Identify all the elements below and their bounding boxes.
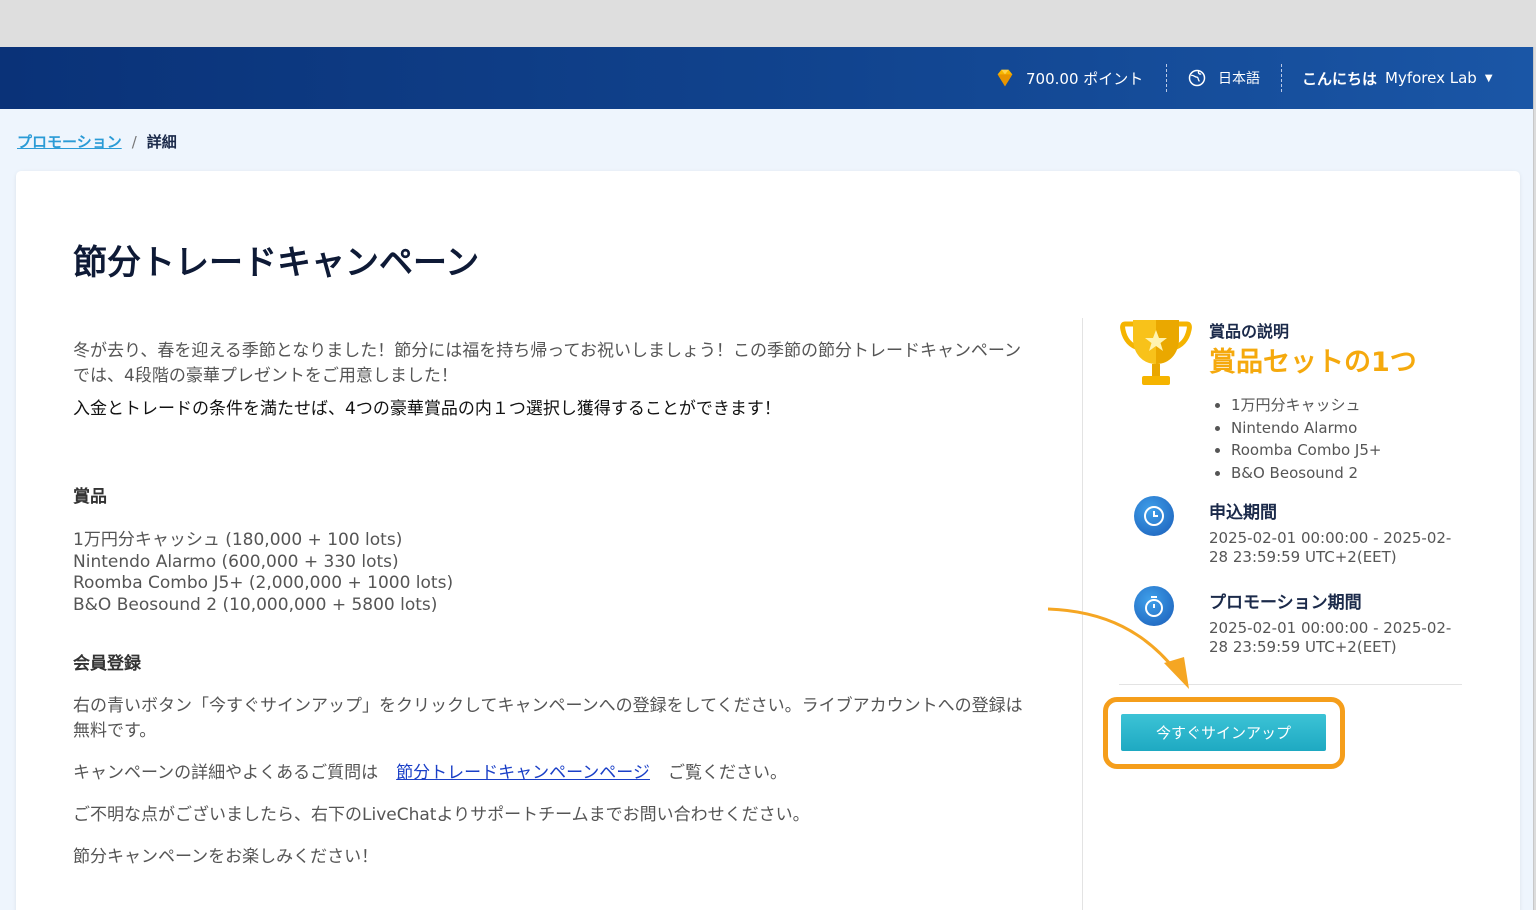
username-label: Myforex Lab [1385,69,1477,87]
details-text: キャンペーンの詳細やよくあるご質問は 節分トレードキャンペーンページ ご覧ください。 [73,761,1033,786]
closing-text: 節分キャンペーンをお楽しみください！ [73,847,379,867]
promotion-card: 節分トレードキャンペーン 冬が去り、春を迎える季節となりました！節分には福を持ち… [16,171,1520,910]
campaign-page-link[interactable]: 節分トレードキャンペーンページ [396,763,650,783]
points-display[interactable]: 700.00 ポイント [994,47,1143,109]
prize-item: Nintendo Alarmo [1231,417,1381,440]
prize-line: Nintendo Alarmo (600,000 + 330 lots) [73,551,399,572]
support-text: ご不明な点がございましたら、右下のLiveChatよりサポートチームまでお問い合… [73,805,810,825]
breadcrumb: プロモーション / 詳細 [17,131,177,152]
navbar-divider [1281,64,1282,92]
top-navbar: 700.00 ポイント 日本語 こんにちは Myforex Lab ▼ [0,47,1533,109]
breadcrumb-link-promotions[interactable]: プロモーション [17,131,122,152]
breadcrumb-separator: / [131,132,137,151]
prize-item: 1万円分キャッシュ [1231,394,1381,417]
prize-line: Roomba Combo J5+ (2,000,000 + 1000 lots) [73,573,454,593]
prize-item: B&O Beosound 2 [1231,462,1381,485]
navbar-divider [1166,64,1167,92]
prizes-heading: 賞品 [73,487,107,507]
registration-heading: 会員登録 [73,654,141,674]
clock-icon [1134,496,1174,536]
language-selector[interactable]: 日本語 [1187,47,1260,109]
user-menu[interactable]: こんにちは Myforex Lab ▼ [1302,47,1493,109]
registration-text: 右の青いボタン「今すぐサインアップ」をクリックしてキャンペーンへの登録をしてくだ… [73,696,1023,741]
points-label: 700.00 ポイント [1026,69,1144,88]
greeting-label: こんにちは [1302,69,1378,88]
prize-line: B&O Beosound 2 (10,000,000 + 5800 lots) [73,594,438,615]
globe-icon [1188,69,1206,87]
prize-list: 1万円分キャッシュ (180,000 + 100 lots) Nintendo … [73,530,1033,616]
trophy-icon [1120,320,1192,385]
promotion-period-value: 2025-02-01 00:00:00 - 2025-02-28 23:59:5… [1209,619,1452,656]
prize-item: Roomba Combo J5+ [1231,439,1381,462]
pointer-arrow-icon [1047,607,1189,689]
breadcrumb-current: 詳細 [146,133,177,151]
prize-description-label: 賞品の説明 [1209,322,1290,341]
browser-top-bar [0,0,1536,47]
language-label: 日本語 [1218,71,1260,87]
prize-headline: 賞品セットの1つ [1209,347,1417,378]
intro-strong-text: 入金とトレードの条件を満たせば、4つの豪華賞品の内１つ選択し獲得することができま… [73,399,781,419]
promotion-description: 冬が去り、春を迎える季節となりました！節分には福を持ち帰ってお祝いしましょう！こ… [73,339,1033,870]
app-frame: 700.00 ポイント 日本語 こんにちは Myforex Lab ▼ プロモー… [0,47,1534,910]
prize-line: 1万円分キャッシュ (180,000 + 100 lots) [73,530,403,550]
signup-button[interactable]: 今すぐサインアップ [1121,714,1326,751]
application-period-value: 2025-02-01 00:00:00 - 2025-02-28 23:59:5… [1209,529,1452,566]
application-period-title: 申込期間 [1209,503,1277,523]
promotion-period-title: プロモーション期間 [1209,593,1362,613]
prize-item-list: 1万円分キャッシュ Nintendo Alarmo Roomba Combo J… [1231,394,1381,484]
intro-text: 冬が去り、春を迎える季節となりました！節分には福を持ち帰ってお祝いしましょう！こ… [73,341,1022,386]
details-suffix: ご覧ください。 [667,763,787,783]
chevron-down-icon: ▼ [1484,72,1493,84]
page-title: 節分トレードキャンペーン [73,243,480,283]
diamond-icon [997,69,1013,87]
details-prefix: キャンペーンの詳細やよくあるご質問は [73,763,379,783]
